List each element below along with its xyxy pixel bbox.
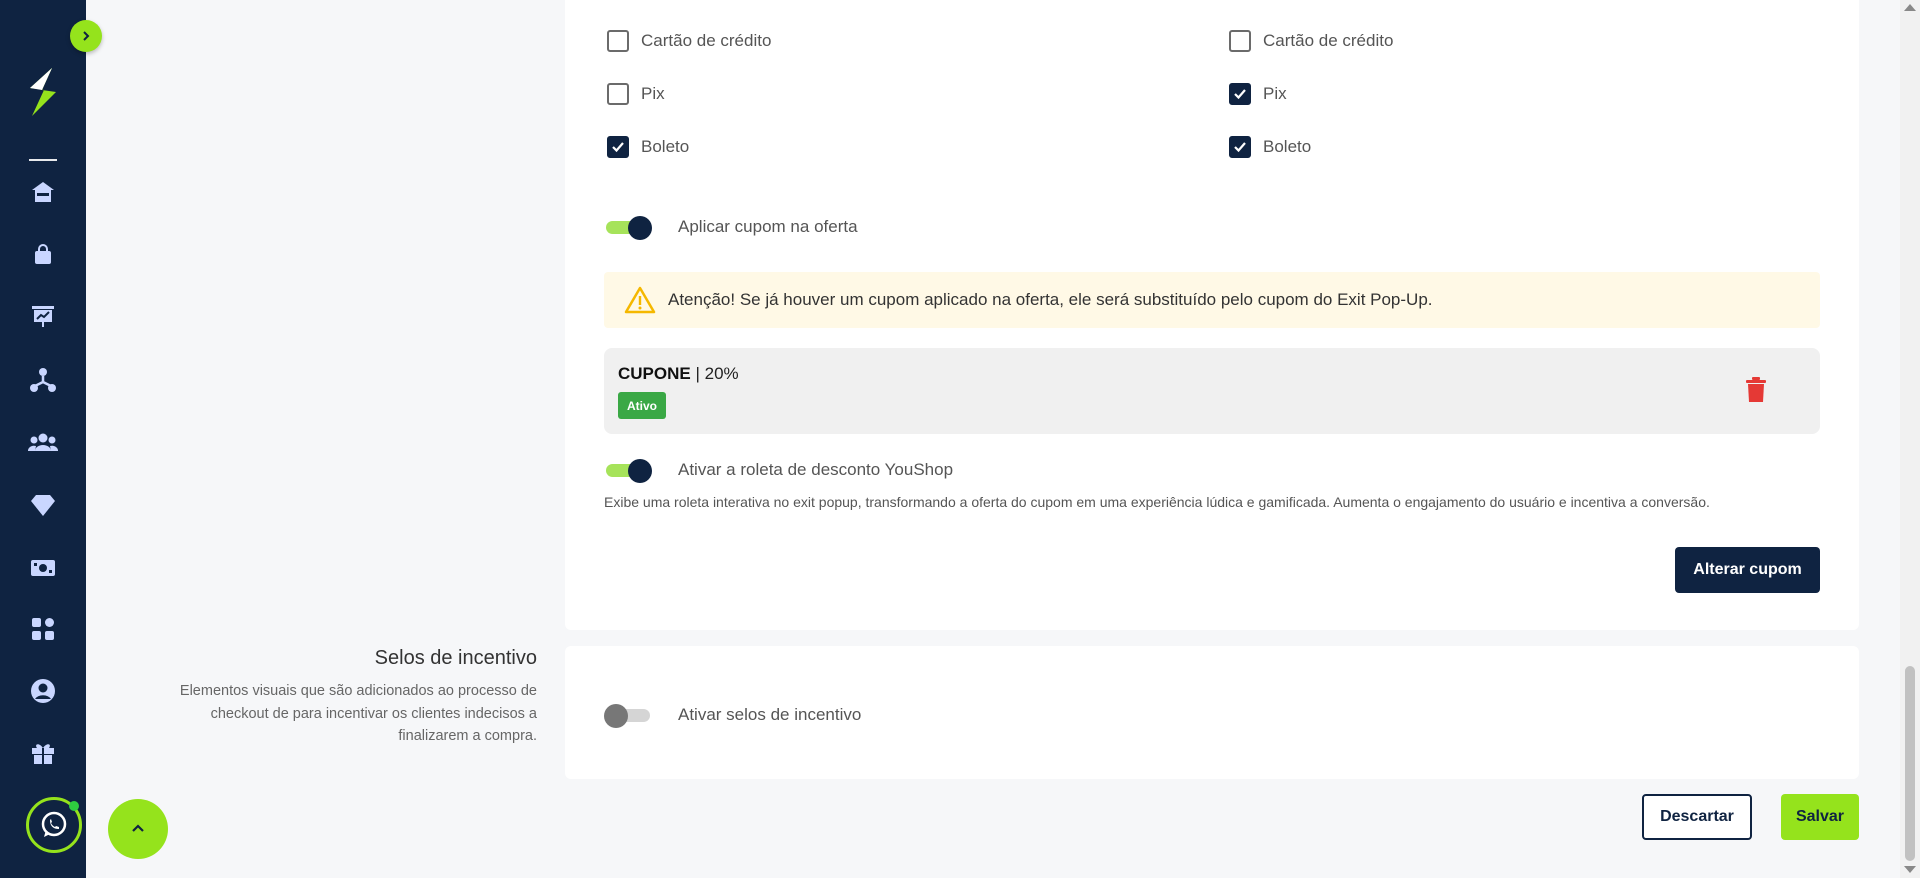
discount-wheel-label: Ativar a roleta de desconto YouShop	[678, 460, 954, 479]
left-payment-credit-card[interactable]: Cartão de crédito	[607, 30, 771, 52]
scroll-down-arrow[interactable]	[1904, 866, 1916, 873]
users-icon	[28, 433, 58, 451]
discount-wheel-toggle-row: Ativar a roleta de desconto YouShop	[604, 459, 954, 483]
status-badge: Ativo	[618, 392, 666, 419]
home-icon	[32, 182, 54, 202]
checkbox-checked[interactable]	[1229, 136, 1251, 158]
incentive-toggle[interactable]	[604, 704, 652, 728]
chevron-up-icon	[132, 824, 144, 832]
diamond-icon	[31, 495, 55, 516]
apply-coupon-toggle-row: Aplicar cupom na oferta	[604, 216, 858, 240]
scroll-up-arrow[interactable]	[1904, 4, 1916, 11]
right-payment-credit-card[interactable]: Cartão de crédito	[1229, 30, 1393, 52]
whatsapp-icon	[41, 811, 67, 837]
checkbox-checked[interactable]	[1229, 83, 1251, 105]
left-payment-pix[interactable]: Pix	[607, 83, 665, 105]
sidebar-collapse-button[interactable]	[70, 20, 102, 52]
apply-coupon-label: Aplicar cupom na oferta	[678, 217, 858, 236]
checkbox-label: Boleto	[1263, 137, 1312, 156]
user-circle-icon	[31, 679, 55, 703]
discard-button[interactable]: Descartar	[1642, 794, 1752, 840]
network-icon	[30, 368, 56, 392]
checkbox[interactable]	[607, 83, 629, 105]
sidebar	[0, 0, 86, 878]
checkbox[interactable]	[1229, 30, 1251, 52]
coupon-warning-alert: Atenção! Se já houver um cupom aplicado …	[604, 272, 1820, 328]
checkbox-label: Cartão de crédito	[641, 31, 772, 50]
shopping-bag-icon	[35, 244, 51, 264]
presentation-chart-icon	[32, 306, 54, 327]
trash-icon[interactable]	[1744, 376, 1768, 404]
sidebar-item-affiliates[interactable]	[23, 360, 63, 400]
apps-icon	[32, 618, 54, 640]
chevron-right-icon	[83, 31, 90, 41]
discount-wheel-toggle[interactable]	[604, 459, 652, 483]
logo-icon[interactable]	[22, 66, 64, 118]
scroll-to-top-button[interactable]	[108, 799, 168, 859]
apply-coupon-toggle[interactable]	[604, 216, 652, 240]
incentive-section-description: Elementos visuais que são adicionados ao…	[179, 683, 537, 744]
coupon-discount: 20%	[704, 364, 739, 383]
online-status-dot	[69, 801, 79, 811]
coupon-separator: |	[695, 364, 700, 383]
change-coupon-button[interactable]: Alterar cupom	[1675, 547, 1820, 593]
sidebar-item-customers[interactable]	[23, 423, 63, 463]
incentive-section-title: Selos de incentivo	[374, 647, 537, 669]
coupon-item: CUPONE | 20% Ativo	[604, 348, 1820, 434]
sidebar-item-rewards[interactable]	[23, 733, 63, 773]
left-payment-boleto[interactable]: Boleto	[607, 136, 689, 158]
whatsapp-button[interactable]	[26, 797, 82, 853]
checkmark-icon	[1234, 142, 1246, 153]
warning-icon	[624, 286, 656, 314]
alert-text: Atenção! Se já houver um cupom aplicado …	[668, 290, 1433, 309]
sidebar-item-account[interactable]	[23, 671, 63, 711]
right-payment-pix[interactable]: Pix	[1229, 83, 1287, 105]
checkbox[interactable]	[607, 30, 629, 52]
page-scrollbar[interactable]	[1900, 0, 1920, 878]
checkbox-label: Pix	[1263, 84, 1287, 103]
checkmark-icon	[1234, 89, 1246, 100]
coupon-line: CUPONE | 20%	[618, 364, 739, 384]
save-button[interactable]: Salvar	[1781, 794, 1859, 840]
checkbox-checked[interactable]	[607, 136, 629, 158]
checkmark-icon	[612, 142, 624, 153]
sidebar-divider	[29, 159, 57, 161]
incentive-toggle-label: Ativar selos de incentivo	[678, 705, 862, 724]
coupon-code: CUPONE	[618, 364, 691, 383]
sidebar-item-products[interactable]	[23, 234, 63, 274]
sidebar-item-reports[interactable]	[23, 296, 63, 336]
checkbox-label: Boleto	[641, 137, 690, 156]
scroll-thumb[interactable]	[1905, 666, 1915, 861]
checkbox-label: Pix	[641, 84, 665, 103]
gift-icon	[32, 744, 54, 764]
sidebar-item-home[interactable]	[23, 172, 63, 212]
sidebar-item-finance[interactable]	[23, 548, 63, 588]
discount-wheel-description: Exibe uma roleta interativa no exit popu…	[604, 494, 1710, 510]
sidebar-item-apps[interactable]	[23, 609, 63, 649]
incentive-toggle-row: Ativar selos de incentivo	[604, 704, 862, 728]
checkbox-label: Cartão de crédito	[1263, 31, 1394, 50]
money-icon	[31, 560, 55, 576]
sidebar-item-premium[interactable]	[23, 485, 63, 525]
right-payment-boleto[interactable]: Boleto	[1229, 136, 1311, 158]
